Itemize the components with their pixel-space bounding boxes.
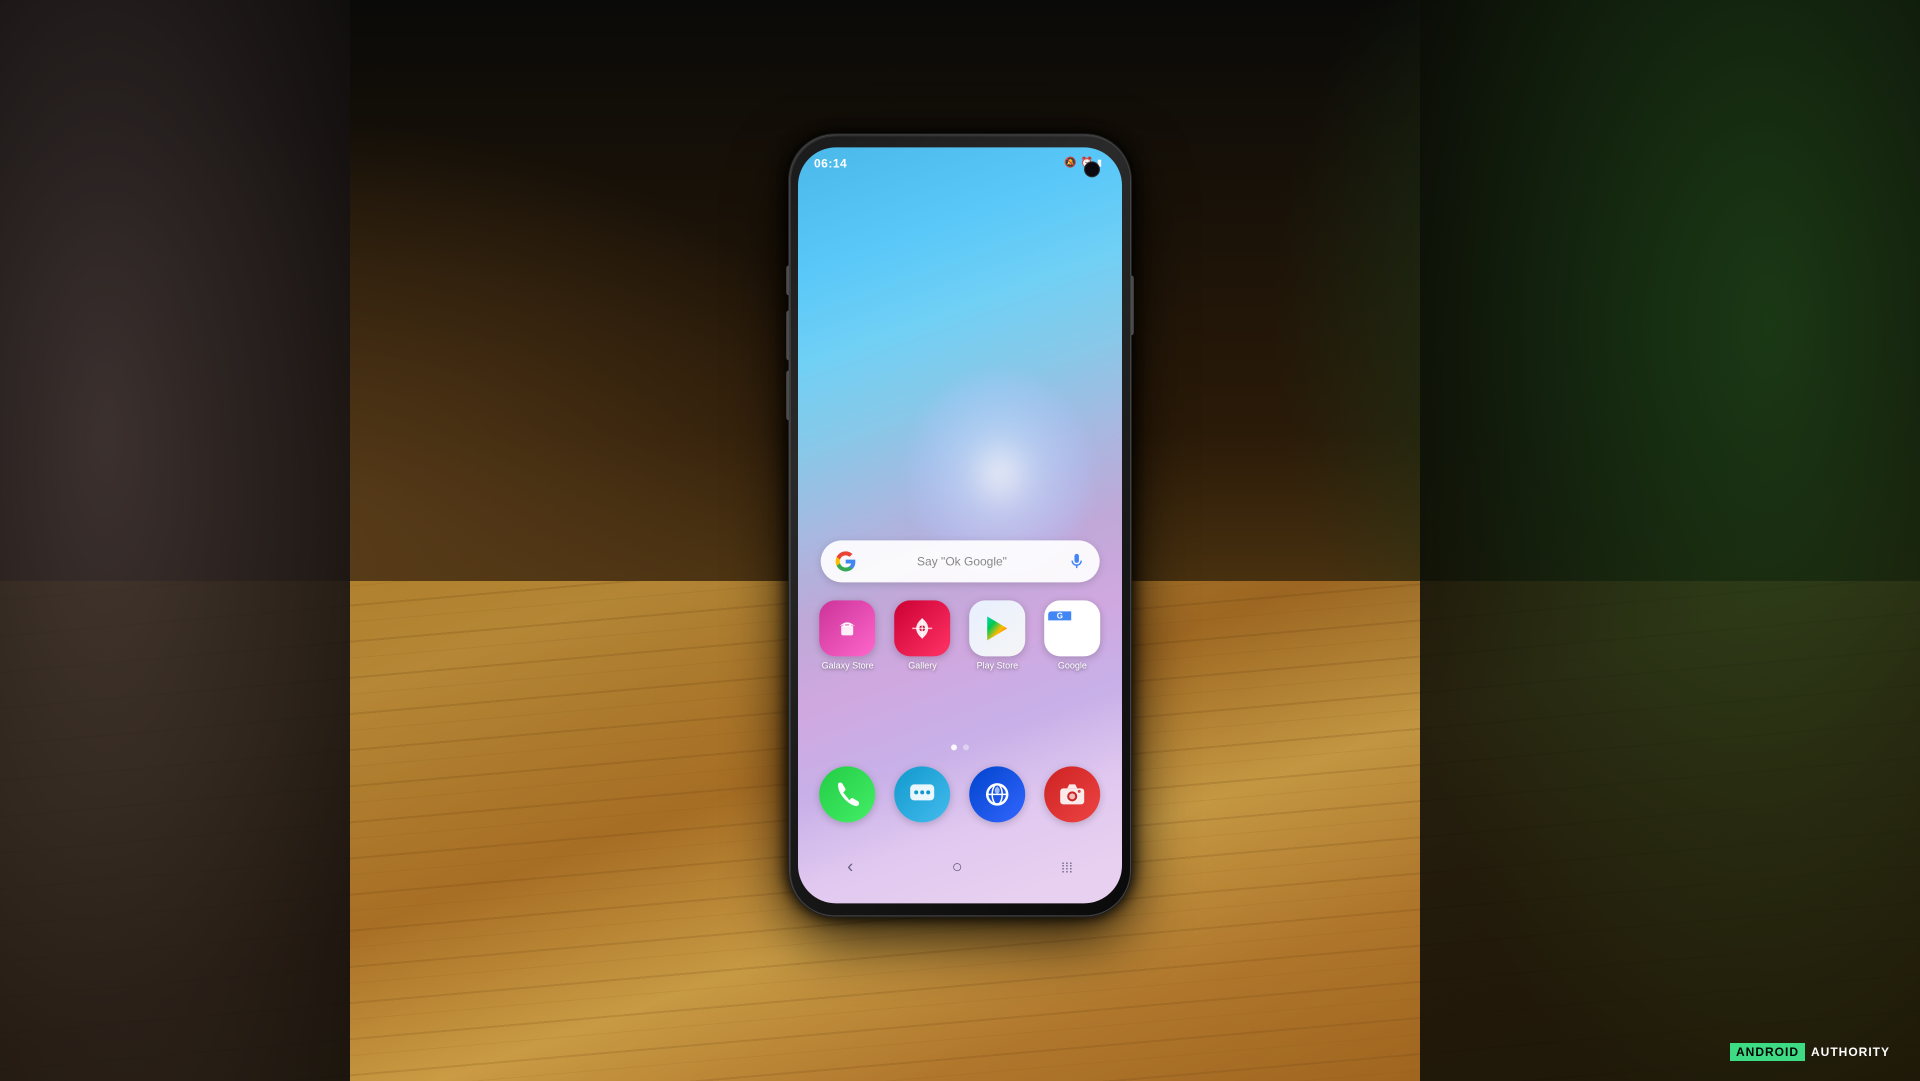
mute-icon: 🔕: [1064, 157, 1076, 168]
volume-up-button: [786, 310, 790, 360]
left-shadow: [0, 0, 350, 1081]
play-store-label: Play Store: [977, 660, 1019, 670]
messages-icon: [895, 767, 951, 823]
page-dots: [951, 744, 969, 750]
samsung-internet-svg: [982, 780, 1012, 810]
camera-svg: [1057, 780, 1087, 810]
back-button[interactable]: ‹: [847, 856, 853, 877]
camera-hole: [1084, 161, 1100, 177]
dock-item-messages[interactable]: [889, 767, 956, 823]
app-grid: Galaxy Store: [814, 600, 1106, 670]
volume-down-button: [786, 370, 790, 420]
scene: 06:14 🔕 ⏰ ▮ Say "Ok Google": [0, 0, 1920, 1081]
gallery-icon: [895, 600, 951, 656]
dock-item-camera[interactable]: [1039, 767, 1106, 823]
play-store-svg: [979, 610, 1015, 646]
home-button[interactable]: ○: [952, 856, 963, 877]
gallery-svg: [907, 612, 939, 644]
phone-svg: [833, 780, 863, 810]
camera-icon: [1044, 767, 1100, 823]
google-label: Google: [1058, 660, 1087, 670]
play-store-icon: [969, 600, 1025, 656]
phone-body: 06:14 🔕 ⏰ ▮ Say "Ok Google": [790, 135, 1130, 915]
google-logo: [835, 550, 857, 572]
google-search-bar[interactable]: Say "Ok Google": [821, 540, 1100, 582]
dock-item-samsung-internet[interactable]: [964, 767, 1031, 823]
status-time: 06:14: [814, 156, 847, 170]
microphone-icon: [1067, 552, 1085, 570]
app-item-galaxy-store[interactable]: Galaxy Store: [814, 600, 881, 670]
samsung-internet-icon: [969, 767, 1025, 823]
google-icon: G: [1044, 600, 1100, 656]
galaxy-store-svg: [832, 612, 864, 644]
dot-1: [951, 744, 957, 750]
watermark-android: ANDROID: [1730, 1043, 1805, 1061]
galaxy-store-icon: [820, 600, 876, 656]
app-item-play-store[interactable]: Play Store: [964, 600, 1031, 670]
dock: [814, 767, 1106, 823]
dock-item-phone[interactable]: [814, 767, 881, 823]
recents-button[interactable]: ⁞⁞⁞: [1061, 859, 1073, 875]
messages-svg: [908, 780, 938, 810]
dot-2: [963, 744, 969, 750]
app-item-google[interactable]: G Google: [1039, 600, 1106, 670]
watermark-authority: AUTHORITY: [1811, 1045, 1890, 1059]
power-button: [1130, 275, 1134, 335]
watermark: ANDROID AUTHORITY: [1730, 1043, 1890, 1061]
galaxy-store-label: Galaxy Store: [822, 660, 874, 670]
search-placeholder: Say "Ok Google": [865, 554, 1060, 568]
app-item-gallery[interactable]: Gallery: [889, 600, 956, 670]
google-g-icon: G: [1048, 611, 1071, 620]
navigation-bar: ‹ ○ ⁞⁞⁞: [798, 847, 1122, 887]
phone-icon: [820, 767, 876, 823]
bixby-button: [786, 265, 790, 295]
gallery-label: Gallery: [908, 660, 937, 670]
status-bar: 06:14 🔕 ⏰ ▮: [798, 147, 1122, 179]
phone-wrapper: 06:14 🔕 ⏰ ▮ Say "Ok Google": [790, 135, 1130, 915]
phone-screen: 06:14 🔕 ⏰ ▮ Say "Ok Google": [798, 147, 1122, 903]
right-plant: [1420, 0, 1920, 1081]
